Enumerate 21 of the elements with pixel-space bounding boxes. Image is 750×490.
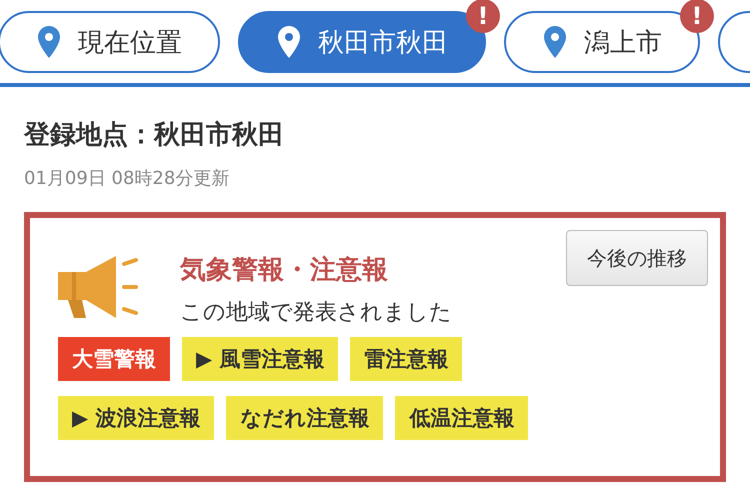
location-pin-icon [38, 26, 60, 58]
advisory-tag[interactable]: 雷注意報 [350, 337, 462, 381]
location-pin-icon [544, 26, 566, 58]
advisory-tag[interactable]: ▶ 波浪注意報 [58, 396, 214, 440]
tab-label: 潟上市 [584, 26, 662, 60]
tab-label: 現在位置 [78, 26, 182, 60]
advisory-tag[interactable]: 低温注意報 [395, 396, 528, 440]
alert-badge: ! [466, 0, 500, 33]
alert-badge: ! [680, 0, 714, 33]
location-pin-icon [278, 26, 300, 58]
alert-message: この地域で発表されました [180, 299, 453, 327]
advisory-tag[interactable]: なだれ注意報 [226, 396, 384, 440]
tab-label: 秋田市秋田 [318, 26, 448, 60]
warning-tag[interactable]: 大雪警報 [58, 337, 170, 381]
update-time: 01月09日 08時28分更新 [24, 167, 230, 190]
advisory-tag[interactable]: ▶ 風雪注意報 [182, 337, 338, 381]
location-title: 登録地点：秋田市秋田 [24, 119, 285, 152]
location-tab[interactable]: 現在位置 [0, 11, 220, 73]
trend-button[interactable]: 今後の推移 [566, 230, 708, 286]
alert-heading: 気象警報・注意報 [180, 254, 389, 287]
megaphone-icon [58, 254, 138, 320]
